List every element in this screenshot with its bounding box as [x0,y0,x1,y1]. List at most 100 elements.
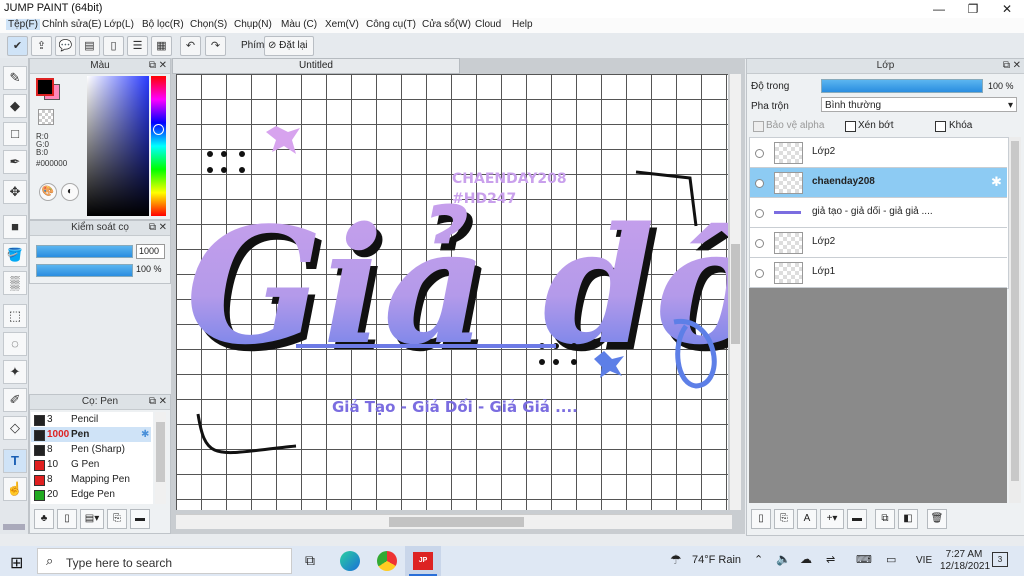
hand-icon[interactable]: ☝ [3,477,27,501]
share-icon[interactable]: ⇪ [31,36,52,56]
merge-icon[interactable]: ⧉ [875,509,895,529]
notification-icon[interactable]: 3 [992,552,1008,567]
delete-icon[interactable]: 🗑 [927,509,947,529]
brush-item[interactable]: 3 Pencil [31,412,151,427]
fill-rect-icon[interactable]: ■ [3,215,27,239]
saturation-value-picker[interactable] [87,76,149,216]
volume-icon[interactable]: 🔈 [776,552,791,566]
canvas[interactable]: Giả dối Giả dối CHAENDAY208 #HD247 Giả T… [176,74,728,510]
undo-icon[interactable]: ↶ [180,36,201,56]
layer-row-selected[interactable]: chaenday208 ✱ [750,168,1007,198]
bucket-icon[interactable]: 🪣 [3,243,27,267]
menu-view[interactable]: Xem(V) [325,19,359,30]
layer-opacity-slider[interactable] [821,79,983,93]
scroll-thumb[interactable] [389,517,524,527]
scroll-thumb[interactable] [156,422,165,482]
document-icon[interactable]: ▯ [103,36,124,56]
message-icon[interactable]: ▤ [79,36,100,56]
gradient-icon[interactable]: ▒ [3,271,27,295]
visibility-icon[interactable] [755,149,764,158]
new-layer-icon[interactable]: ▯ [751,509,771,529]
chrome-icon[interactable] [377,551,397,571]
layer-row[interactable]: Lớp2 [750,228,1007,258]
shape-icon[interactable]: □ [3,122,27,146]
pen-icon[interactable]: ✒ [3,150,27,174]
layer-row[interactable]: giả tạo - giả dối - giả giả .... [750,198,1007,228]
text-icon[interactable]: T [3,449,27,473]
menu-capture[interactable]: Chụp(N) [234,19,272,30]
visibility-icon[interactable] [755,209,764,218]
close-icon[interactable]: ✕ [159,395,167,409]
folder-icon[interactable]: ▬ [847,509,867,529]
language-indicator[interactable]: VIE [916,555,932,566]
blend-mode-select[interactable]: Bình thường ▾ [821,97,1017,112]
layer-list-scrollbar[interactable] [1009,137,1021,503]
mask-icon[interactable]: ◧ [898,509,918,529]
protect-alpha-checkbox[interactable] [753,121,764,132]
menu-tools[interactable]: Công cụ(T) [366,19,416,30]
close-icon[interactable]: ✕ [159,59,167,73]
brush-item[interactable]: 8 Pen (Sharp) [31,442,151,457]
palette-icon[interactable]: 🎨 [39,183,57,201]
reset-button[interactable]: ⊘ Đặt lại [264,36,314,56]
display-icon[interactable]: ▭ [886,553,896,566]
duplicate-brush-icon[interactable]: ⎘ [107,509,127,529]
clip-checkbox[interactable] [845,121,856,132]
cloud-icon[interactable]: ☁ [800,552,812,566]
close-icon[interactable]: ✕ [1013,59,1021,73]
gear-icon[interactable]: ✱ [141,427,149,442]
edge-icon[interactable] [340,551,360,571]
brush-item[interactable]: 20 Edge Pen [31,487,151,502]
layer-row[interactable]: Lớp1 [750,258,1007,288]
gear-icon[interactable]: ✱ [991,174,1002,190]
document-tab[interactable]: Untitled [172,58,460,74]
check-icon[interactable]: ✔ [7,36,28,56]
duplicate-layer-icon[interactable]: ⎘ [774,509,794,529]
brush-item[interactable]: 8 Mapping Pen [31,472,151,487]
transparent-swatch[interactable] [38,109,54,125]
new-brush-icon[interactable]: ▯ [57,509,77,529]
canvas-vertical-scrollbar[interactable] [729,74,741,510]
lasso-icon[interactable]: ◌ [3,332,27,356]
size-slider[interactable] [36,245,133,258]
task-view-icon[interactable]: ⧉ [305,552,315,569]
menu-help[interactable]: Help [512,19,533,30]
grid-icon[interactable]: ▦ [151,36,172,56]
brush-menu-icon[interactable]: ▤▾ [80,509,104,529]
opacity-slider[interactable] [36,264,133,277]
scroll-thumb[interactable] [731,244,740,344]
magic-wand-icon[interactable]: ✦ [3,360,27,384]
weather-icon[interactable]: ☂ [670,552,682,568]
select-rect-icon[interactable]: ⬚ [3,304,27,328]
maximize-button[interactable]: ❐ [956,0,990,18]
brush-icon[interactable]: ✎ [3,66,27,90]
menu-window[interactable]: Cửa sổ(W) [422,19,471,30]
eraser-icon[interactable]: ◆ [3,94,27,118]
chevron-up-icon[interactable]: ⌃ [754,553,763,566]
menu-file[interactable]: Tệp(F) [6,19,40,30]
select-eraser-icon[interactable]: ◇ [3,416,27,440]
visibility-icon[interactable] [755,239,764,248]
hue-slider[interactable] [151,76,166,216]
visibility-icon[interactable] [755,179,764,188]
float-icon[interactable]: ⧉ [149,395,156,409]
brush-item-selected[interactable]: 1000 Pen ✱ [31,427,151,442]
brush-item[interactable]: 10 G Pen [31,457,151,472]
jump-paint-taskbar-button[interactable]: JP [405,546,441,576]
brush-preset-icon[interactable]: ♣ [34,509,54,529]
eyedropper-palette-icon[interactable]: ◐ [61,183,79,201]
clock[interactable]: 7:27 AM 12/18/2021 [940,549,990,573]
layer-row[interactable]: Lớp2 [750,138,1007,168]
size-input[interactable]: 1000 [136,244,165,259]
float-icon[interactable]: ⧉ [1003,59,1010,73]
menu-edit[interactable]: Chỉnh sửa(E) [42,19,102,30]
menu-filter[interactable]: Bộ lọc(R) [142,19,184,30]
menu-color[interactable]: Màu (C) [281,19,317,30]
lock-checkbox[interactable] [935,121,946,132]
minimize-button[interactable]: — [922,0,956,18]
close-button[interactable]: ✕ [990,0,1024,18]
weather-text[interactable]: 74°F Rain [692,554,741,566]
brush-list-scrollbar[interactable] [155,412,166,504]
layer-text-icon[interactable]: A [797,509,817,529]
network-icon[interactable]: ⇌ [826,553,835,566]
